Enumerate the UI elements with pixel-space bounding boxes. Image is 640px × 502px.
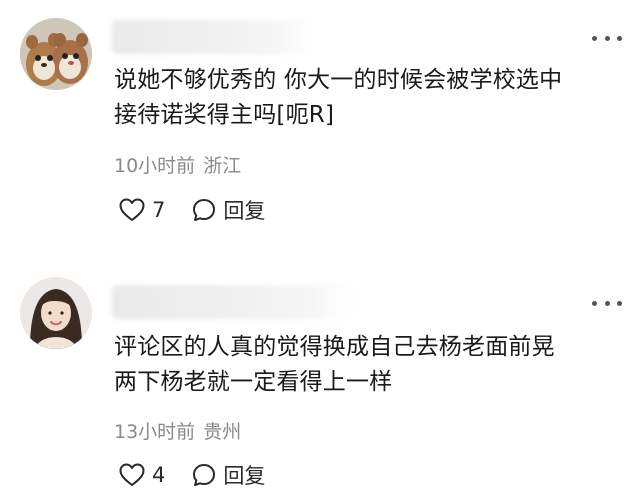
comment-location: 贵州: [203, 421, 242, 443]
speech-bubble-icon: [193, 199, 216, 221]
like-button[interactable]: 7: [118, 197, 165, 223]
comment-actions: 4 回复: [118, 460, 265, 490]
speech-bubble-icon: [193, 464, 216, 486]
like-button[interactable]: 4: [118, 462, 165, 488]
user-avatar[interactable]: [20, 18, 92, 90]
username-blurred[interactable]: [112, 20, 312, 54]
username-blurred[interactable]: [112, 285, 352, 319]
comment-time: 10小时前: [114, 155, 196, 177]
reply-label: 回复: [223, 199, 266, 223]
comment-time: 13小时前: [114, 421, 196, 443]
comment-text: 评论区的人真的觉得换成自己去杨老面前晃 两下杨老就一定看得上一样: [114, 334, 555, 395]
comment-location: 浙江: [203, 155, 242, 177]
reply-button[interactable]: 回复: [191, 195, 265, 225]
reply-button[interactable]: 回复: [191, 460, 265, 490]
chipmunk-plush-icon: [20, 18, 92, 90]
comment-item: 说她不够优秀的 你大一的时候会被学校选中 接待诺奖得主吗[呃R] 10小时前 浙江…: [0, 0, 640, 251]
like-count: 4: [152, 463, 166, 487]
reply-label: 回复: [223, 464, 266, 488]
comment-meta: 13小时前 贵州: [114, 417, 241, 444]
woman-portrait-icon: [20, 277, 92, 349]
comment-item: 评论区的人真的觉得换成自己去杨老面前晃 两下杨老就一定看得上一样 13小时前 贵州…: [0, 251, 640, 502]
heart-outline-icon: [119, 463, 145, 486]
more-dots-icon[interactable]: [592, 33, 622, 43]
user-avatar[interactable]: [20, 277, 92, 349]
like-count: 7: [152, 198, 166, 222]
more-dots-icon[interactable]: [592, 298, 622, 308]
comment-meta: 10小时前 浙江: [114, 151, 241, 178]
comment-actions: 7 回复: [118, 195, 265, 225]
comment-text: 说她不够优秀的 你大一的时候会被学校选中 接待诺奖得主吗[呃R]: [114, 67, 563, 128]
heart-outline-icon: [119, 198, 145, 221]
